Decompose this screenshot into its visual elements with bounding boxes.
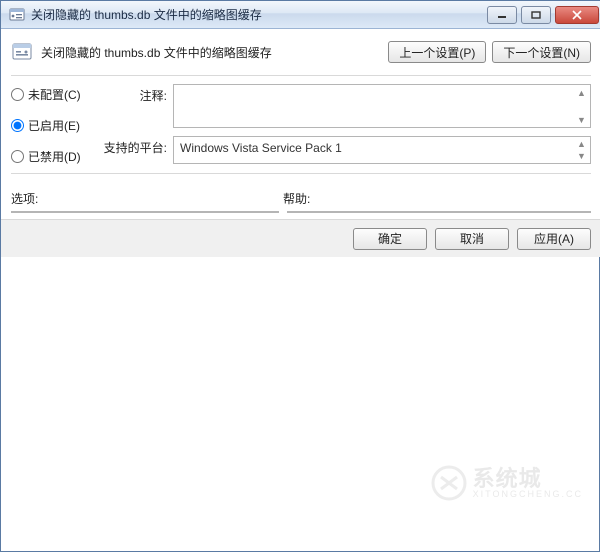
previous-setting-button[interactable]: 上一个设置(P) xyxy=(388,41,486,63)
button-bar: 确定 取消 应用(A) xyxy=(1,219,600,257)
scroll-down-icon[interactable]: ▼ xyxy=(574,150,589,162)
radio-not-configured-input[interactable] xyxy=(11,88,24,101)
cancel-button[interactable]: 取消 xyxy=(435,228,509,250)
scroll-down-icon[interactable]: ▼ xyxy=(574,113,589,126)
help-label: 帮助: xyxy=(283,190,310,207)
apply-button[interactable]: 应用(A) xyxy=(517,228,591,250)
window-titlebar: 关闭隐藏的 thumbs.db 文件中的缩略图缓存 xyxy=(1,1,600,29)
radio-not-configured[interactable]: 未配置(C) xyxy=(11,86,89,103)
help-pane: 关闭隐藏的 thumbs.db 文件中的缩略图缓存。 使用此策略设置可配置 Wi… xyxy=(287,211,591,213)
content-area: 关闭隐藏的 thumbs.db 文件中的缩略图缓存 上一个设置(P) 下一个设置… xyxy=(1,29,600,219)
comment-label: 注释: xyxy=(103,84,167,104)
radio-enabled-label: 已启用(E) xyxy=(28,117,80,134)
platform-value: Windows Vista Service Pack 1 xyxy=(180,141,342,155)
watermark-name: 系统城 xyxy=(473,467,583,490)
comment-textbox[interactable]: ▲ ▼ xyxy=(173,84,591,128)
options-pane xyxy=(11,211,279,213)
watermark: 系统城 XITONGCHENG.CC xyxy=(431,465,583,501)
radio-disabled-label: 已禁用(D) xyxy=(28,148,81,165)
divider xyxy=(11,173,591,174)
policy-icon xyxy=(11,41,33,63)
radio-group: 未配置(C) 已启用(E) 已禁用(D) xyxy=(11,84,89,165)
platform-scrollbar[interactable]: ▲ ▼ xyxy=(574,138,589,162)
platform-label: 支持的平台: xyxy=(103,136,167,156)
window-controls xyxy=(483,6,599,24)
platform-row: 支持的平台: Windows Vista Service Pack 1 ▲ ▼ xyxy=(103,136,591,164)
comment-row: 注释: ▲ ▼ xyxy=(103,84,591,128)
radio-disabled[interactable]: 已禁用(D) xyxy=(11,148,89,165)
ok-button[interactable]: 确定 xyxy=(353,228,427,250)
radio-enabled-input[interactable] xyxy=(11,119,24,132)
platform-textbox: Windows Vista Service Pack 1 ▲ ▼ xyxy=(173,136,591,164)
next-setting-button[interactable]: 下一个设置(N) xyxy=(492,41,591,63)
divider xyxy=(11,75,591,76)
header-row: 关闭隐藏的 thumbs.db 文件中的缩略图缓存 上一个设置(P) 下一个设置… xyxy=(11,37,591,73)
panes: 关闭隐藏的 thumbs.db 文件中的缩略图缓存。 使用此策略设置可配置 Wi… xyxy=(11,211,591,213)
scroll-up-icon[interactable]: ▲ xyxy=(574,138,589,150)
radio-disabled-input[interactable] xyxy=(11,150,24,163)
minimize-button[interactable] xyxy=(487,6,517,24)
close-button[interactable] xyxy=(555,6,599,24)
radio-not-configured-label: 未配置(C) xyxy=(28,86,81,103)
watermark-url: XITONGCHENG.CC xyxy=(473,490,583,499)
window-title: 关闭隐藏的 thumbs.db 文件中的缩略图缓存 xyxy=(31,6,483,23)
maximize-button[interactable] xyxy=(521,6,551,24)
middle-labels: 选项: 帮助: xyxy=(11,182,591,211)
window-icon xyxy=(9,7,25,23)
policy-title: 关闭隐藏的 thumbs.db 文件中的缩略图缓存 xyxy=(41,44,272,61)
scroll-up-icon[interactable]: ▲ xyxy=(574,86,589,99)
radio-enabled[interactable]: 已启用(E) xyxy=(11,117,89,134)
options-label: 选项: xyxy=(11,190,283,207)
config-row: 未配置(C) 已启用(E) 已禁用(D) 注释: ▲ ▼ xyxy=(11,84,591,171)
comment-scrollbar[interactable]: ▲ ▼ xyxy=(574,86,589,126)
